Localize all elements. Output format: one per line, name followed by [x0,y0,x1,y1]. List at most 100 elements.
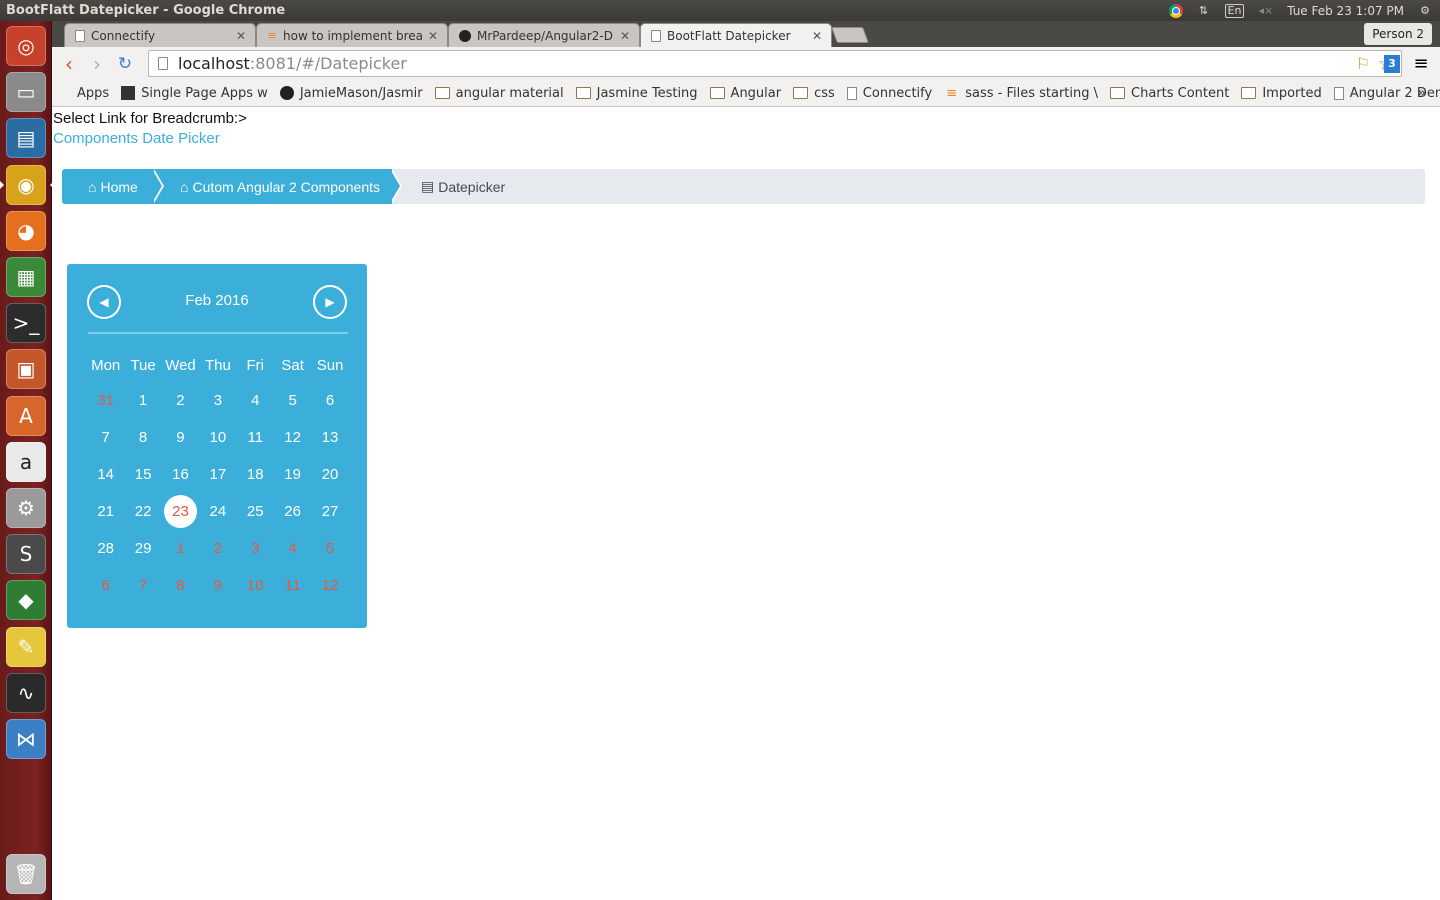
bookmark-item[interactable]: Single Page Apps w [121,86,268,101]
bookmark-item[interactable]: css [793,86,835,101]
day-cell[interactable]: 28 [87,530,124,567]
day-cell[interactable]: 4 [237,382,274,419]
bookmark-item[interactable]: Connectify [846,86,932,101]
day-cell[interactable]: 17 [199,456,236,493]
css3-extension-icon[interactable]: 3 [1384,54,1400,73]
sublime-text-icon[interactable]: S [6,534,46,575]
breadcrumb-home[interactable]: ⌂ Home [62,169,154,204]
clock[interactable]: Tue Feb 23 1:07 PM [1287,4,1404,18]
folder-icon [709,87,725,99]
writer-icon[interactable]: ▤ [6,118,46,159]
volume-muted-icon[interactable]: ◂× [1258,4,1273,18]
system-monitor-icon[interactable]: ∿ [6,672,46,713]
day-cell[interactable]: 27 [311,493,348,530]
day-cell[interactable]: 26 [274,493,311,530]
ubuntu-dash-icon[interactable]: ◎ [6,26,46,66]
day-cell-other-month[interactable]: 7 [124,567,161,604]
close-icon[interactable]: ✕ [811,29,823,43]
reload-button[interactable]: ↻ [111,50,139,78]
day-cell[interactable]: 14 [87,456,124,493]
day-cell-selected[interactable]: 23 [162,493,199,530]
day-cell[interactable]: 19 [274,456,311,493]
day-cell[interactable]: 6 [311,382,348,419]
system-settings-icon[interactable]: ⚙ [6,488,46,528]
day-cell-other-month[interactable]: 12 [311,567,348,604]
day-cell[interactable]: 11 [237,419,274,456]
day-cell[interactable]: 16 [162,456,199,493]
trash-icon[interactable]: 🗑 [6,854,46,894]
day-cell[interactable]: 24 [199,493,236,530]
impress-icon[interactable]: ▣ [6,349,46,390]
day-cell[interactable]: 3 [199,382,236,419]
day-cell-other-month[interactable]: 6 [87,567,124,604]
notes-icon[interactable]: ✎ [6,626,46,667]
bookmark-item[interactable]: Jasmine Testing [575,86,698,101]
day-cell-other-month[interactable]: 1 [162,530,199,567]
cube-app-icon[interactable]: ◆ [6,580,46,621]
day-cell-other-month[interactable]: 9 [199,567,236,604]
day-cell[interactable]: 15 [124,456,161,493]
tab-connectify[interactable]: Connectify ✕ [64,23,256,47]
day-cell[interactable]: 13 [311,419,348,456]
back-button[interactable]: ‹ [55,50,83,78]
day-cell[interactable]: 18 [237,456,274,493]
forward-button[interactable]: › [83,50,111,78]
day-cell-other-month[interactable]: 3 [237,530,274,567]
day-cell-other-month[interactable]: 11 [274,567,311,604]
day-cell-other-month[interactable]: 4 [274,530,311,567]
tab-bootflatt-datepicker[interactable]: BootFlatt Datepicker ✕ [640,23,832,47]
keyboard-layout-icon[interactable]: En [1224,3,1245,18]
close-icon[interactable]: ✕ [427,29,439,43]
breadcrumb-components[interactable]: ⌂ Cutom Angular 2 Components [154,169,392,204]
day-cell[interactable]: 12 [274,419,311,456]
network-icon[interactable]: ⇅ [1197,4,1211,18]
chrome-indicator-icon[interactable] [1168,3,1183,18]
day-cell[interactable]: 9 [162,419,199,456]
day-cell-other-month[interactable]: 31 [87,382,124,419]
bookmark-item[interactable]: Charts Content [1110,86,1229,101]
bookmark-item[interactable]: Imported [1241,86,1322,101]
bookmark-item[interactable]: Angular [709,86,781,101]
day-cell-other-month[interactable]: 2 [199,530,236,567]
gear-icon[interactable]: ⚙ [1418,4,1432,18]
bookmark-item[interactable]: ≡ sass - Files starting \ [944,86,1098,101]
close-icon[interactable]: ✕ [235,29,247,43]
bookmark-item[interactable]: JamieMason/Jasmir [279,86,423,101]
day-cell-other-month[interactable]: 5 [311,530,348,567]
calc-icon[interactable]: ▦ [6,257,46,297]
day-cell-other-month[interactable]: 10 [237,567,274,604]
firefox-icon[interactable]: ◕ [6,210,46,251]
files-icon[interactable]: ▭ [6,72,46,113]
profile-button[interactable]: Person 2 [1364,23,1432,45]
menu-icon[interactable]: ≡ [1410,53,1432,75]
bookmark-item[interactable]: angular material [434,86,564,101]
new-tab-button[interactable] [831,27,869,43]
day-cell[interactable]: 5 [274,382,311,419]
day-cell[interactable]: 1 [124,382,161,419]
terminal-icon[interactable]: >_ [6,303,46,344]
address-bar[interactable]: localhost:8081/#/Datepicker ☆ [148,50,1402,77]
day-cell[interactable]: 21 [87,493,124,530]
extension-flag-icon[interactable]: ⚐ [1352,53,1374,75]
amazon-icon[interactable]: a [6,441,46,482]
chrome-icon[interactable]: ◉ [0,164,54,205]
vscode-icon[interactable]: ⋈ [6,719,46,759]
next-month-button[interactable]: ▶ [313,285,347,319]
day-cell[interactable]: 10 [199,419,236,456]
day-cell[interactable]: 20 [311,456,348,493]
day-cell-other-month[interactable]: 8 [162,567,199,604]
software-center-icon[interactable]: A [6,395,46,436]
day-cell[interactable]: 25 [237,493,274,530]
components-date-picker-link[interactable]: Components Date Picker [53,130,220,147]
day-cell[interactable]: 22 [124,493,161,530]
page-info-icon[interactable] [158,57,168,70]
close-icon[interactable]: ✕ [619,29,631,43]
day-cell[interactable]: 8 [124,419,161,456]
day-cell[interactable]: 7 [87,419,124,456]
tab-breadcrumb-question[interactable]: ≡ how to implement brea ✕ [256,23,448,47]
bookmark-item[interactable]: Apps [58,86,109,101]
bookmarks-overflow-button[interactable]: » [1417,85,1426,101]
day-cell[interactable]: 2 [162,382,199,419]
day-cell[interactable]: 29 [124,530,161,567]
tab-github-repo[interactable]: MrPardeep/Angular2-D ✕ [448,23,640,47]
